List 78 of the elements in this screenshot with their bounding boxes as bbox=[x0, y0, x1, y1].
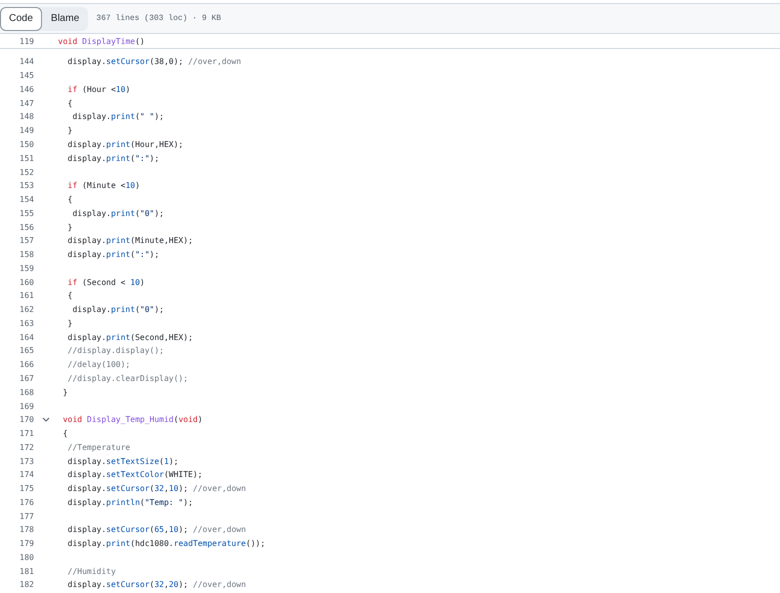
code-line: { bbox=[66, 98, 72, 109]
code-line: display.setTextSize(1); bbox=[66, 456, 178, 467]
code-line: display.print(" "); bbox=[71, 111, 164, 122]
line-number: 158 bbox=[18, 250, 34, 260]
line-number: 165 bbox=[18, 346, 34, 356]
line-number: 159 bbox=[18, 264, 34, 273]
line-number: 119 bbox=[18, 36, 34, 46]
line-number: 168 bbox=[18, 388, 34, 397]
code-line: display.print("0"); bbox=[71, 208, 164, 219]
code-line: { bbox=[62, 428, 68, 440]
code-line: display.print("0"); bbox=[71, 304, 164, 316]
code-line: if (Hour <10) bbox=[66, 84, 130, 95]
code-line: display.print(Minute,HEX); bbox=[66, 235, 193, 246]
line-number: 164 bbox=[18, 332, 34, 342]
line-number: 172 bbox=[18, 442, 34, 452]
chevron-down-icon[interactable] bbox=[42, 417, 50, 422]
code-line: } bbox=[66, 222, 72, 233]
line-number: 160 bbox=[18, 278, 34, 287]
code-line: display.setCursor(32,20); //over,down bbox=[66, 579, 246, 590]
code-line: void Display_Temp_Humid(void) bbox=[62, 414, 203, 426]
code-line: display.setCursor(65,10); //over,down bbox=[66, 524, 246, 536]
line-number: 145 bbox=[18, 71, 34, 80]
line-number: 182 bbox=[18, 580, 34, 590]
code-line: display.print(":"); bbox=[66, 152, 160, 164]
line-number: 178 bbox=[18, 525, 34, 534]
view-tab[interactable]: Code bbox=[0, 6, 42, 30]
line-number: 146 bbox=[18, 84, 34, 94]
code-line: void DisplayTime() bbox=[58, 36, 145, 46]
line-number: 175 bbox=[18, 484, 34, 494]
code-line: display.print(":"); bbox=[66, 249, 160, 260]
code-line: //delay(100); bbox=[66, 359, 130, 370]
code-line: if (Second < 10) bbox=[66, 276, 145, 288]
view-tab[interactable]: Blame bbox=[42, 6, 88, 30]
code-line: } bbox=[66, 318, 72, 329]
line-number: 171 bbox=[18, 429, 34, 438]
line-number: 161 bbox=[18, 291, 34, 300]
line-number: 147 bbox=[18, 98, 34, 108]
line-number: 169 bbox=[18, 402, 34, 411]
code-line: } bbox=[62, 386, 68, 398]
code-line: { bbox=[66, 290, 72, 302]
code-line: //display.display(); bbox=[66, 345, 164, 356]
line-number: 156 bbox=[18, 222, 34, 232]
code-line: display.setCursor(32,10); //over,down bbox=[66, 483, 246, 494]
line-number: 152 bbox=[18, 168, 34, 176]
line-number: 150 bbox=[18, 140, 34, 149]
code-line: display.println("Temp: "); bbox=[66, 496, 193, 508]
line-number: 162 bbox=[18, 305, 34, 314]
line-number: 179 bbox=[18, 539, 34, 548]
line-number: 176 bbox=[18, 498, 34, 507]
code-line: display.setCursor(38,0); //over,down bbox=[66, 56, 242, 68]
code-line: if (Minute <10) bbox=[66, 180, 140, 192]
line-number: 174 bbox=[18, 470, 34, 480]
file-info: 367 lines (303 loc) · 9 KB bbox=[96, 14, 222, 23]
code-line: { bbox=[66, 194, 72, 206]
line-number: 151 bbox=[18, 154, 34, 163]
code-line: //Temperature bbox=[66, 442, 130, 453]
code-line: } bbox=[66, 125, 72, 136]
code-line: display.print(Second,HEX); bbox=[66, 332, 193, 343]
line-number: 148 bbox=[18, 112, 34, 122]
line-number: 157 bbox=[18, 236, 34, 246]
code-line: display.setTextColor(WHITE); bbox=[66, 469, 202, 480]
line-number: 149 bbox=[18, 126, 34, 136]
line-number: 155 bbox=[18, 208, 34, 218]
line-number: 153 bbox=[18, 181, 34, 190]
line-number: 144 bbox=[18, 57, 34, 66]
line-number: 177 bbox=[18, 512, 34, 521]
line-number: 173 bbox=[18, 456, 34, 466]
code-line: display.print(hdc1080.readTemperature()); bbox=[66, 538, 266, 550]
line-number: 166 bbox=[18, 360, 34, 370]
code-line: //Humidity bbox=[66, 566, 116, 577]
line-number: 170 bbox=[18, 415, 34, 424]
code-line: //display.clearDisplay(); bbox=[66, 372, 188, 384]
line-number: 163 bbox=[18, 318, 34, 328]
line-number: 154 bbox=[18, 195, 34, 204]
line-number: 180 bbox=[18, 552, 34, 562]
line-number: 167 bbox=[18, 374, 34, 383]
line-number: 181 bbox=[18, 566, 34, 576]
code-line: display.print(Hour,HEX); bbox=[66, 138, 184, 150]
